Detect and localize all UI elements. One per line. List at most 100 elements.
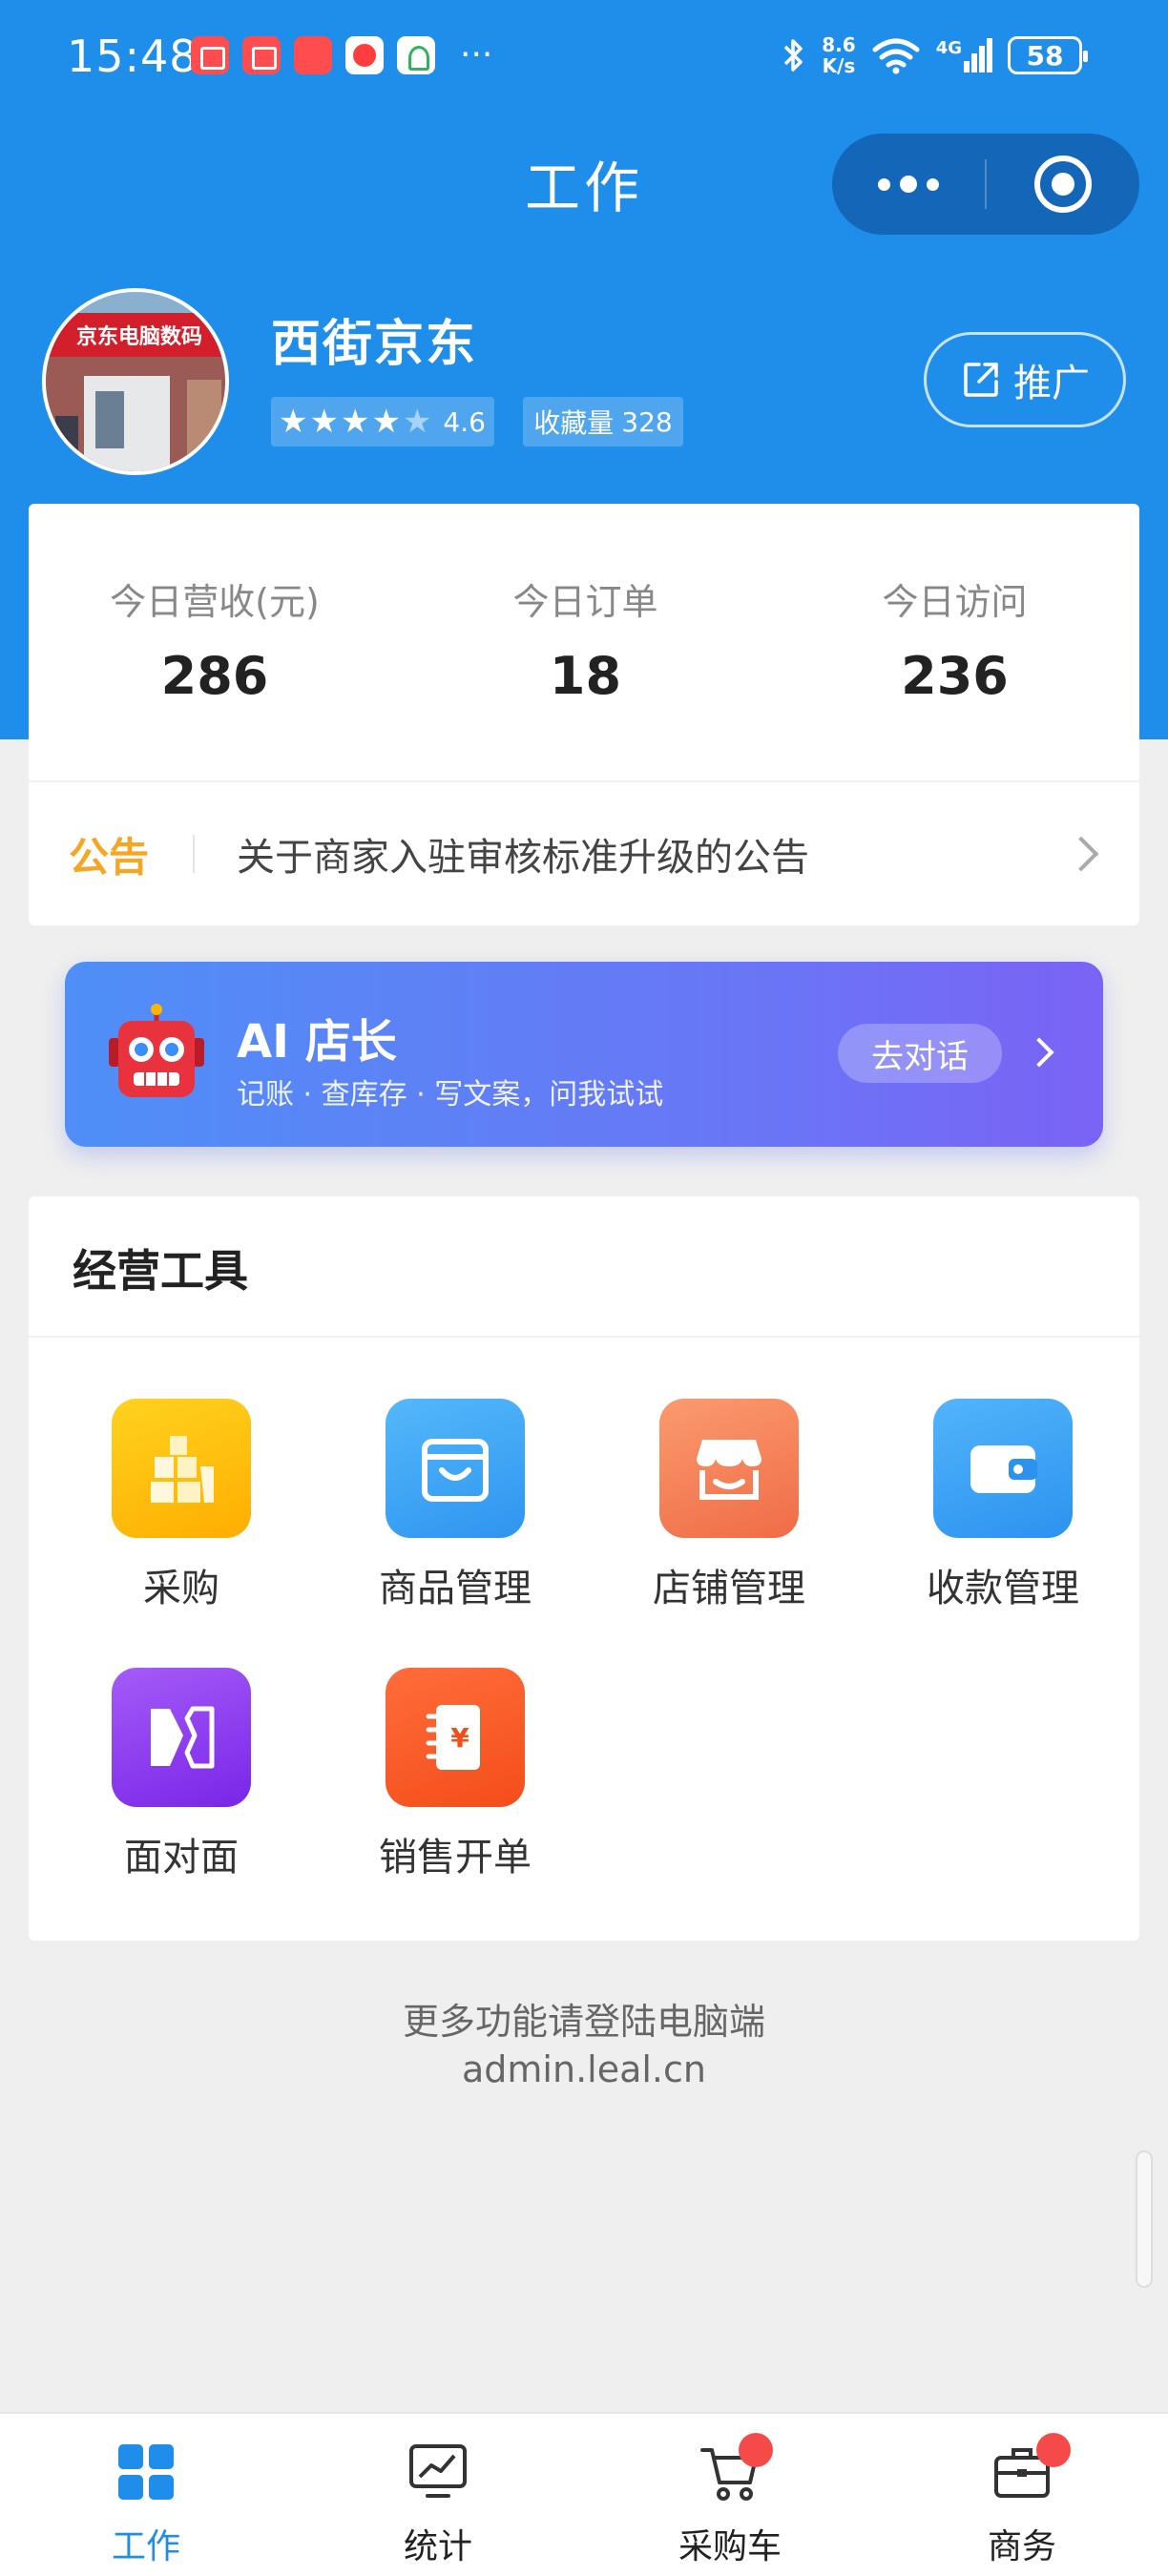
tab-label: 商务 xyxy=(987,2527,1056,2566)
tool-face-to-face[interactable]: 面对面 xyxy=(43,1668,320,1881)
battery-level: 58 xyxy=(1026,39,1064,72)
shop-name: 西街京东 xyxy=(271,316,478,373)
tool-product-management[interactable]: 商品管理 xyxy=(317,1399,594,1612)
cellular-signal-icon: 4G xyxy=(936,38,992,73)
status-indicators: 8.6 K/s 4G 58 xyxy=(782,34,1088,76)
tab-statistics[interactable]: 统计 xyxy=(292,2414,584,2576)
net-speed-value: 8.6 xyxy=(822,33,856,56)
notice-separator xyxy=(193,835,196,873)
stat-revenue[interactable]: 今日营收(元) 286 xyxy=(29,504,401,780)
tool-label: 收款管理 xyxy=(927,1567,1079,1610)
more-menu-button[interactable] xyxy=(832,134,985,235)
chart-monitor-icon xyxy=(409,2444,467,2498)
shopping-bag-icon xyxy=(386,1399,525,1538)
ai-manager-banner[interactable]: AI 店长 记账 · 查库存 · 写文案，问我试试 去对话 xyxy=(65,962,1103,1147)
rating-chip: ★ ★ ★ ★ ★ 4.6 xyxy=(271,397,494,447)
receipt-yuan-icon: ¥ xyxy=(386,1668,525,1807)
star-empty-icon: ★ xyxy=(402,403,432,441)
favorites-count: 328 xyxy=(621,405,673,438)
stat-label: 今日订单 xyxy=(512,581,658,623)
stat-value: 286 xyxy=(160,646,269,706)
tab-purchase-cart[interactable]: 采购车 xyxy=(584,2414,876,2576)
wifi-icon xyxy=(872,38,920,74)
stat-value: 18 xyxy=(549,646,622,706)
stat-label: 今日访问 xyxy=(882,581,1028,623)
star-icon: ★ xyxy=(371,403,401,441)
tab-label: 统计 xyxy=(403,2527,472,2566)
favorites-label: 收藏量 xyxy=(533,407,615,439)
start-chat-button[interactable]: 去对话 xyxy=(838,1024,1002,1083)
business-tools-card: 经营工具 采购 商品管理 店铺管理 收款管理 面对面 ¥ 销售开单 xyxy=(29,1196,1139,1941)
star-icon: ★ xyxy=(309,403,339,441)
wifi-app-icon xyxy=(397,36,435,74)
tool-label: 采购 xyxy=(143,1567,219,1610)
ai-banner-subtitle: 记账 · 查库存 · 写文案，问我试试 xyxy=(237,1078,664,1111)
stat-value: 236 xyxy=(901,646,1009,706)
stats-card: 今日营收(元) 286 今日订单 18 今日访问 236 公告 关于商家入驻审核… xyxy=(29,504,1139,925)
rating-value: 4.6 xyxy=(443,405,486,438)
tab-business[interactable]: 商务 xyxy=(876,2414,1168,2576)
stat-orders[interactable]: 今日订单 18 xyxy=(401,504,770,780)
chevron-right-icon xyxy=(1063,836,1099,872)
tab-work[interactable]: 工作 xyxy=(0,2414,292,2576)
robot-icon xyxy=(109,1004,204,1097)
notification-badge xyxy=(739,2433,773,2467)
promote-label: 推广 xyxy=(1013,362,1090,405)
tool-label: 面对面 xyxy=(124,1836,239,1880)
book-app-icon xyxy=(191,36,229,74)
shop-avatar[interactable]: 京东电脑数码 xyxy=(42,288,229,475)
status-bar: 15:48 ··· 8.6 K/s 4G 58 xyxy=(0,0,1168,114)
share-external-icon xyxy=(964,363,998,397)
box-stack-icon xyxy=(112,1399,251,1538)
admin-url: admin.leal.cn xyxy=(462,2048,706,2090)
notification-badge xyxy=(1036,2433,1071,2467)
chevron-right-icon xyxy=(1024,1037,1054,1068)
tool-label: 商品管理 xyxy=(379,1567,532,1610)
storefront-photo: 京东电脑数码 xyxy=(46,292,225,471)
bluetooth-icon xyxy=(784,39,803,72)
stats-row: 今日营收(元) 286 今日订单 18 今日访问 236 xyxy=(29,504,1139,780)
desktop-hint: 更多功能请登陆电脑端 admin.leal.cn xyxy=(0,1998,1168,2093)
notice-text: 关于商家入驻审核标准升级的公告 xyxy=(237,836,810,880)
star-rating: ★ ★ ★ ★ ★ xyxy=(279,405,431,438)
pinduoduo-app-icon xyxy=(345,36,384,74)
notice-bar[interactable]: 公告 关于商家入驻审核标准升级的公告 xyxy=(29,782,1139,925)
tool-payment-management[interactable]: 收款管理 xyxy=(865,1399,1141,1612)
status-time: 15:48 xyxy=(67,31,198,82)
stat-label: 今日营收(元) xyxy=(110,581,320,623)
svg-text:¥: ¥ xyxy=(450,1722,469,1754)
star-icon: ★ xyxy=(340,403,370,441)
scrollbar[interactable] xyxy=(1136,2150,1153,2288)
close-miniprogram-button[interactable] xyxy=(987,156,1139,213)
net-speed: 8.6 K/s xyxy=(822,34,855,76)
tool-purchase[interactable]: 采购 xyxy=(43,1399,320,1612)
wallet-icon xyxy=(933,1399,1073,1538)
network-type: 4G xyxy=(935,38,962,58)
tool-store-management[interactable]: 店铺管理 xyxy=(591,1399,867,1612)
section-title: 经营工具 xyxy=(73,1245,248,1297)
net-speed-unit: K/s xyxy=(822,54,856,77)
grid-icon xyxy=(118,2444,174,2500)
battery-icon: 58 xyxy=(1008,36,1088,74)
target-close-icon xyxy=(1034,156,1092,213)
tool-label: 销售开单 xyxy=(379,1836,532,1880)
ai-banner-title: AI 店长 xyxy=(237,1015,397,1069)
avatar-sign-text: 京东电脑数码 xyxy=(76,324,202,349)
miniprogram-capsule xyxy=(832,134,1139,235)
tool-label: 店铺管理 xyxy=(653,1567,805,1610)
bottom-tab-bar: 工作 统计 采购车 商务 xyxy=(0,2412,1168,2576)
face-to-face-icon xyxy=(112,1668,251,1807)
tab-label: 采购车 xyxy=(678,2527,782,2566)
status-notification-icons: ··· xyxy=(191,36,492,74)
promote-button[interactable]: 推广 xyxy=(924,332,1126,427)
more-notifications-icon: ··· xyxy=(460,35,493,74)
tab-label: 工作 xyxy=(111,2527,180,2566)
book-app-icon xyxy=(242,36,281,74)
stat-visits[interactable]: 今日访问 236 xyxy=(770,504,1139,780)
divider xyxy=(29,1336,1139,1338)
favorites-chip: 收藏量 328 xyxy=(523,397,683,447)
notice-tag: 公告 xyxy=(69,833,150,881)
storefront-icon xyxy=(659,1399,799,1538)
huawei-app-icon xyxy=(294,36,332,74)
tool-sales-order[interactable]: ¥ 销售开单 xyxy=(317,1668,594,1881)
